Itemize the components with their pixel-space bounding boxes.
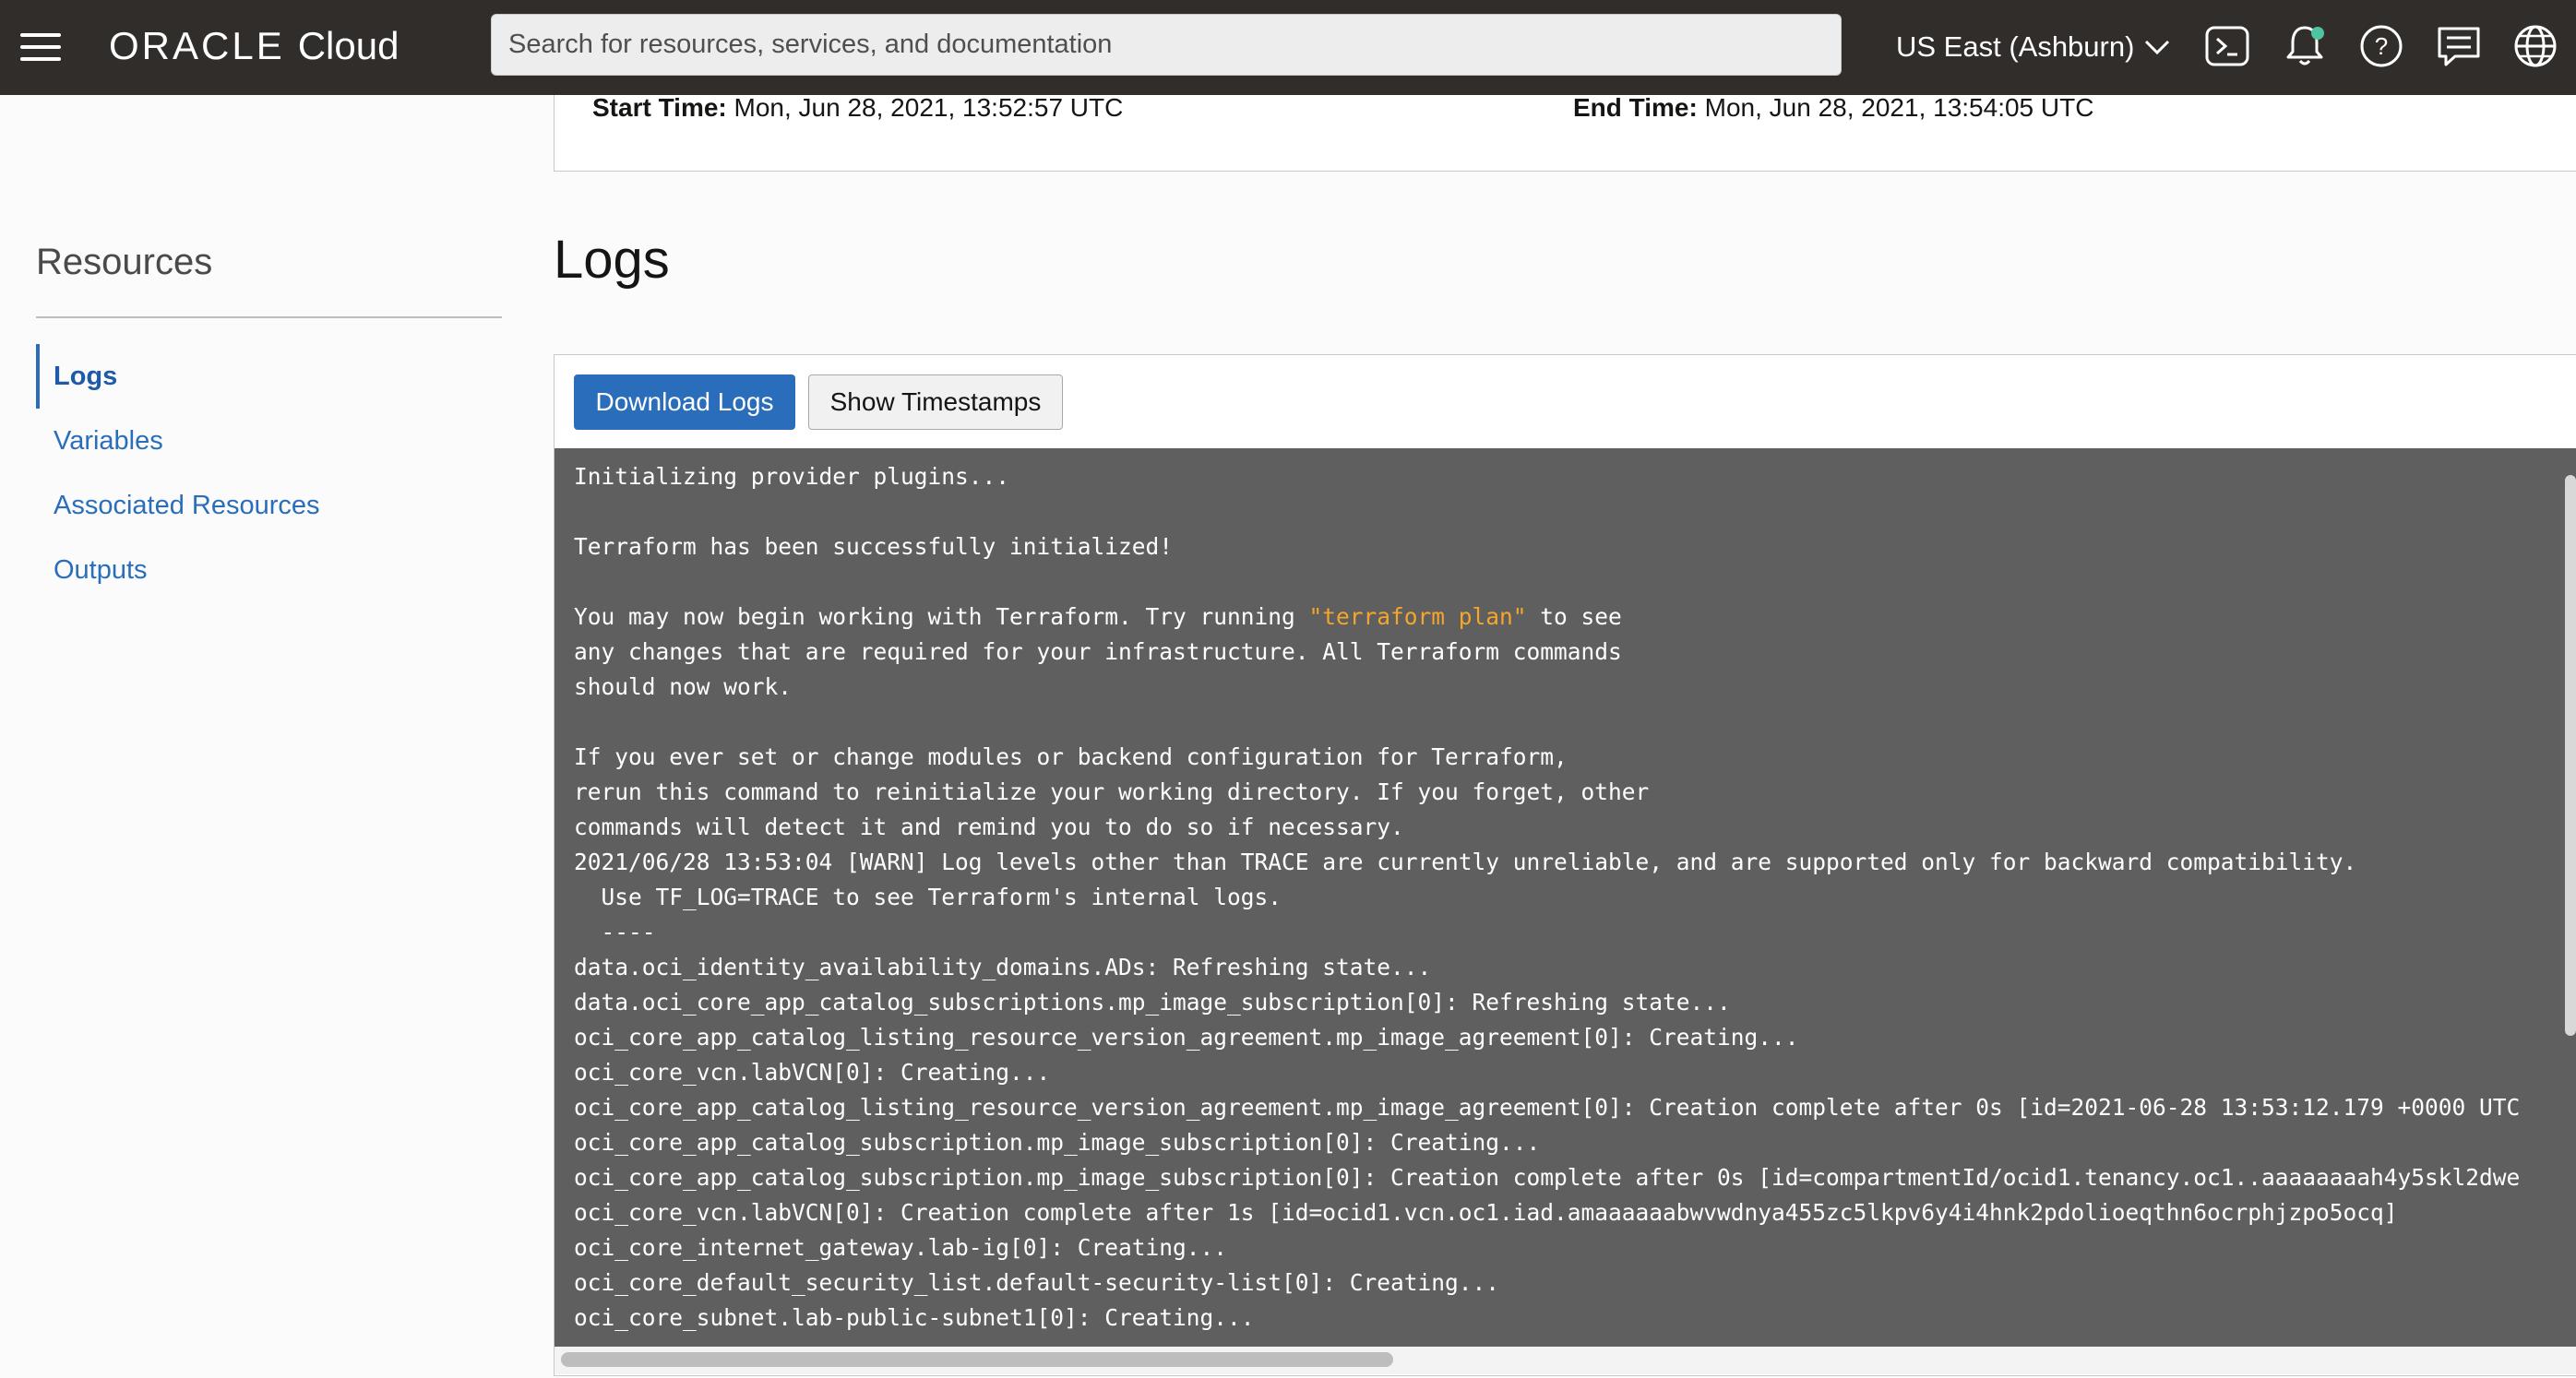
notification-dot <box>2311 27 2324 40</box>
log-line: ​ <box>574 494 2520 529</box>
log-highlight: "terraform plan" <box>1308 603 1527 630</box>
log-text: to see <box>1526 603 1622 630</box>
resources-nav: Logs Variables Associated Resources Outp… <box>36 344 502 602</box>
resources-divider <box>36 316 502 318</box>
help-icon[interactable]: ? <box>2357 22 2405 70</box>
log-line: oci_core_app_catalog_listing_resource_ve… <box>574 1024 1799 1051</box>
chevron-down-icon <box>2145 40 2170 55</box>
log-line: oci_core_default_security_list.default-s… <box>574 1269 1500 1296</box>
log-line: ​ <box>574 705 2520 740</box>
log-line: ---- <box>574 919 656 945</box>
log-line: oci_core_vcn.labVCN[0]: Creation complet… <box>574 1199 2398 1226</box>
bell-icon[interactable] <box>2281 22 2329 70</box>
search-input[interactable] <box>491 14 1842 76</box>
end-time: End Time: Mon, Jun 28, 2021, 13:54:05 UT… <box>1573 93 2093 123</box>
log-line: 2021/06/28 13:53:04 [WARN] Log levels ot… <box>574 849 2357 875</box>
svg-text:?: ? <box>2375 32 2388 60</box>
show-timestamps-button[interactable]: Show Timestamps <box>808 374 1063 430</box>
log-line: You may now begin working with Terraform… <box>574 600 2520 635</box>
sidebar-item-variables[interactable]: Variables <box>36 409 502 473</box>
log-console[interactable]: Initializing provider plugins... ​ Terrafo… <box>555 448 2576 1347</box>
log-line: oci_core_subnet.lab-public-subnet1[0]: C… <box>574 1304 1255 1331</box>
start-time: Start Time: Mon, Jun 28, 2021, 13:52:57 … <box>592 93 1123 123</box>
sidebar-item-associated-resources[interactable]: Associated Resources <box>36 473 502 538</box>
log-line: oci_core_app_catalog_listing_resource_ve… <box>574 1094 2521 1121</box>
globe-icon[interactable] <box>2511 22 2559 70</box>
log-line: rerun this command to reinitialize your … <box>574 778 1650 805</box>
oracle-cloud-logo[interactable]: ORACLE Cloud <box>109 20 399 72</box>
sidebar-item-outputs[interactable]: Outputs <box>36 538 502 602</box>
log-line: should now work. <box>574 673 793 700</box>
resources-heading: Resources <box>36 242 213 282</box>
log-line: commands will detect it and remind you t… <box>574 814 1404 840</box>
product-name: Cloud <box>297 24 400 67</box>
region-label: US East (Ashburn) <box>1896 30 2135 63</box>
page-title: Logs <box>554 230 670 290</box>
sidebar-item-logs[interactable]: Logs <box>36 344 502 409</box>
log-line: oci_core_vcn.labVCN[0]: Creating... <box>574 1059 1051 1086</box>
brand-name: ORACLE <box>109 24 285 67</box>
log-line: any changes that are required for your i… <box>574 638 1622 665</box>
log-line: If you ever set or change modules or bac… <box>574 743 1568 770</box>
cloud-shell-icon[interactable] <box>2203 22 2251 70</box>
top-navigation-bar: ORACLE Cloud US East (Ashburn) ? <box>0 0 2576 95</box>
log-line: data.oci_identity_availability_domains.A… <box>574 954 1432 980</box>
vertical-scrollbar[interactable] <box>2565 475 2576 1036</box>
hamburger-menu-icon[interactable] <box>17 24 65 70</box>
start-time-value: Mon, Jun 28, 2021, 13:52:57 UTC <box>733 93 1124 122</box>
end-time-value: Mon, Jun 28, 2021, 13:54:05 UTC <box>1704 93 2094 122</box>
log-line: oci_core_app_catalog_subscription.mp_ima… <box>574 1129 1541 1156</box>
region-selector[interactable]: US East (Ashburn) <box>1896 24 2171 70</box>
log-line: Use TF_LOG=TRACE to see Terraform's inte… <box>574 884 1282 910</box>
log-text: You may now begin working with Terraform… <box>574 603 1309 630</box>
log-line: ​ <box>574 564 2520 600</box>
download-logs-button[interactable]: Download Logs <box>574 374 795 430</box>
chat-icon[interactable] <box>2435 22 2483 70</box>
log-line: data.oci_core_app_catalog_subscriptions.… <box>574 989 1731 1016</box>
start-time-label: Start Time: <box>592 93 727 122</box>
log-line: Initializing provider plugins... <box>574 463 1010 490</box>
log-line: oci_core_app_catalog_subscription.mp_ima… <box>574 1164 2521 1191</box>
end-time-label: End Time: <box>1573 93 1698 122</box>
log-line: Terraform has been successfully initiali… <box>574 533 1174 560</box>
log-output: Initializing provider plugins... ​ Terrafo… <box>574 459 2520 1336</box>
horizontal-scrollbar-thumb[interactable] <box>561 1352 1393 1367</box>
log-line: oci_core_internet_gateway.lab-ig[0]: Cre… <box>574 1234 1228 1261</box>
